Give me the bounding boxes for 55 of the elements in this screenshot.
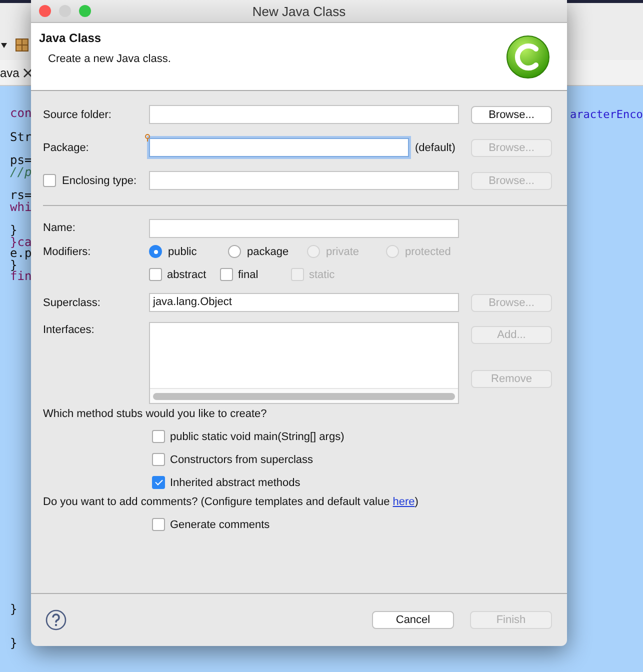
modifier-checkbox[interactable]: final [220,268,291,281]
code-line: }ca [10,236,32,248]
package-field[interactable] [149,138,409,157]
close-button[interactable] [39,5,51,17]
source-folder-field[interactable] [149,105,459,124]
code-line: Str [10,132,32,143]
stub-checkbox[interactable]: public static void main(String[] args) [43,425,551,448]
code-line: } [10,260,18,271]
here-link[interactable]: here [392,496,415,508]
zoom-button[interactable] [79,5,91,17]
window-title: New Java Class [252,4,346,18]
stub-checkbox[interactable]: Inherited abstract methods [43,471,551,494]
close-icon[interactable] [23,68,34,78]
field-label: Interfaces: [43,323,96,336]
page-title: Java Class [39,31,102,45]
access-radio[interactable]: public [149,245,228,258]
code-line: ps= [10,155,32,166]
code-line: e.p [10,248,32,260]
field-label: Name: [43,222,76,234]
code-line: } [10,604,18,616]
code-line: con [10,108,32,120]
field-label: Source folder: [43,108,112,120]
code-line: rs= [10,190,32,202]
help-icon[interactable] [45,609,67,631]
editor-tab[interactable]: ava [0,66,20,80]
access-radio[interactable]: package [228,245,307,258]
code-line: fin [10,271,32,282]
stub-checkbox[interactable]: Constructors from superclass [43,448,551,471]
code-line: } [10,638,18,649]
minimize-button[interactable] [59,5,71,17]
enclosing-type-field[interactable] [149,171,459,190]
code-line: } [10,225,18,236]
default-package-text: (default) [414,142,456,154]
comments-checkbox[interactable]: Generate comments [43,513,551,536]
superclass-field[interactable]: java.lang.Object [149,293,459,312]
field-label: Modifiers: [43,246,92,258]
code-line: whi [10,202,32,213]
name-field[interactable] [149,218,459,238]
interfaces-list[interactable] [149,322,459,404]
modifier-checkbox[interactable]: abstract [149,268,220,281]
class-logo-icon [505,34,551,80]
question-text: Do you want to add comments? (Configure templates and default value here) [43,496,420,510]
question-text: Which method stubs would you like to create? [43,408,268,422]
cancel-button[interactable]: Cancel [372,611,454,629]
enclosing-type-checkbox[interactable]: Enclosing type: [43,174,149,187]
field-label: Superclass: [43,296,102,308]
browse-button[interactable]: Browse... [471,106,552,124]
field-label: Package: [43,142,90,154]
code-line: aracterEnco [570,108,643,121]
lightbulb-icon [145,134,150,142]
scrollbar-thumb[interactable] [153,392,455,400]
dropdown-icon[interactable] [1,42,7,48]
page-description: Create a new Java class. [47,53,171,65]
code-line: //p [10,166,32,178]
grid-icon[interactable] [15,38,29,52]
